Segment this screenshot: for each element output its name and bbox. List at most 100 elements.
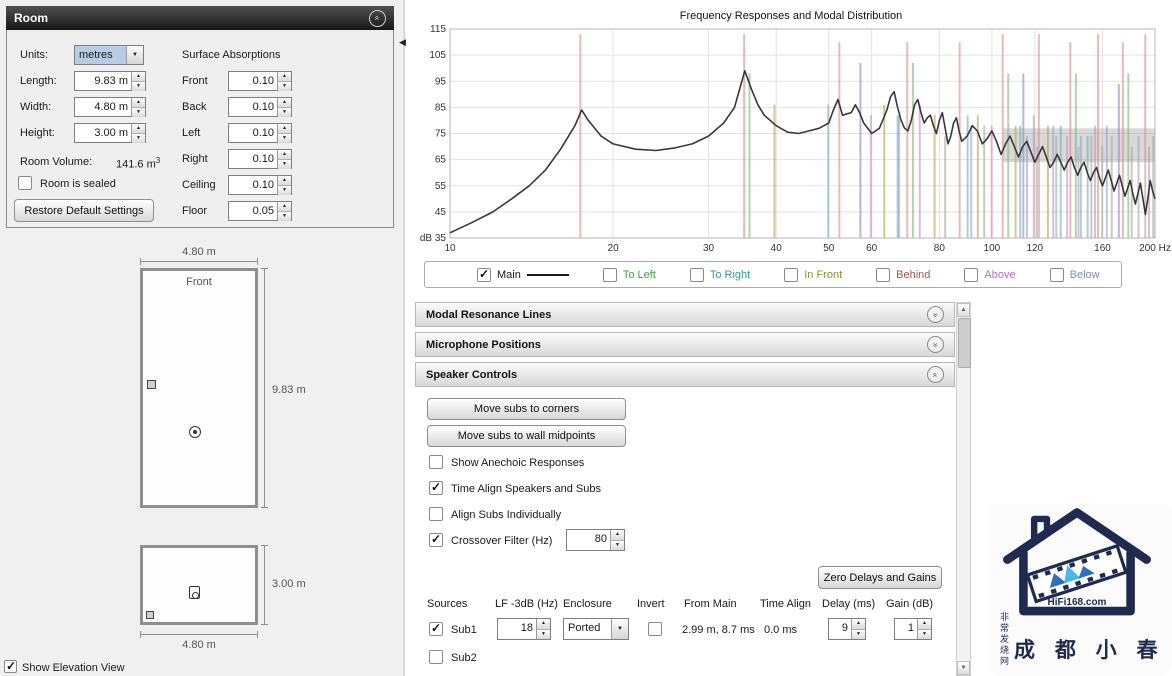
legend-item-below[interactable]: Below (1050, 268, 1100, 282)
step-up-icon[interactable]: ▲ (278, 176, 291, 185)
legend-to-left-checkbox[interactable] (603, 268, 617, 282)
absorption-ceiling-input[interactable]: 0.10 ▲▼ (228, 175, 292, 195)
step-down-icon[interactable]: ▼ (537, 629, 550, 640)
legend-item-above[interactable]: Above (964, 268, 1015, 282)
sub1-gain-input[interactable]: 1 ▲▼ (894, 618, 932, 640)
absorption-back-input[interactable]: 0.10 ▲▼ (228, 97, 292, 117)
time-align-checkbox[interactable] (429, 481, 443, 495)
show-elevation-checkbox[interactable] (4, 660, 17, 673)
panel-bar-speaker-controls[interactable]: Speaker Controls » (415, 362, 955, 387)
height-input[interactable]: 3.00 m ▲▼ (74, 123, 146, 143)
step-down-icon[interactable]: ▼ (278, 107, 291, 117)
step-up-icon[interactable]: ▲ (852, 619, 865, 629)
splitter-collapse-handle[interactable]: ◀ (399, 37, 406, 48)
step-down-icon[interactable]: ▼ (278, 159, 291, 169)
legend-to-right-checkbox[interactable] (690, 268, 704, 282)
scroll-up-arrow-icon[interactable]: ▲ (957, 303, 970, 317)
room-elevation-view[interactable] (140, 545, 258, 625)
step-up-icon[interactable]: ▲ (537, 619, 550, 629)
sub1-delay-input[interactable]: 9 ▲▼ (828, 618, 866, 640)
step-down-icon[interactable]: ▼ (278, 133, 291, 143)
units-select[interactable]: metres ▼ (74, 45, 144, 65)
step-down-icon[interactable]: ▼ (278, 211, 291, 221)
expand-chevron-icon[interactable]: » (927, 306, 944, 323)
step-up-icon[interactable]: ▲ (132, 98, 145, 107)
step-up-icon[interactable]: ▲ (278, 124, 291, 133)
step-down-icon[interactable]: ▼ (132, 81, 145, 91)
absorption-floor-stepper[interactable]: ▲▼ (277, 202, 291, 220)
absorption-left-stepper[interactable]: ▲▼ (277, 124, 291, 142)
width-stepper[interactable]: ▲▼ (131, 98, 145, 116)
crossover-frequency-input[interactable]: 80 ▲▼ (566, 529, 625, 551)
step-down-icon[interactable]: ▼ (132, 107, 145, 117)
absorption-left-input[interactable]: 0.10 ▲▼ (228, 123, 292, 143)
collapse-chevron-icon[interactable]: » (369, 10, 386, 27)
step-down-icon[interactable]: ▼ (278, 185, 291, 195)
room-sealed-checkbox[interactable] (18, 176, 32, 190)
step-up-icon[interactable]: ▲ (278, 150, 291, 159)
move-subs-midpoints-button[interactable]: Move subs to wall midpoints (427, 425, 626, 447)
step-up-icon[interactable]: ▲ (132, 124, 145, 133)
legend-item-main[interactable]: Main (477, 268, 569, 282)
vertical-scrollbar[interactable]: ▲ ▼ (956, 302, 971, 676)
length-stepper[interactable]: ▲▼ (131, 72, 145, 90)
step-down-icon[interactable]: ▼ (132, 133, 145, 143)
absorption-front-input[interactable]: 0.10 ▲▼ (228, 71, 292, 91)
sub1-enclosure-select[interactable]: Ported ▼ (563, 618, 629, 640)
absorption-back-stepper[interactable]: ▲▼ (277, 98, 291, 116)
width-input[interactable]: 4.80 m ▲▼ (74, 97, 146, 117)
enclosure-dropdown-arrow-icon[interactable]: ▼ (611, 619, 628, 639)
zero-delays-gains-button[interactable]: Zero Delays and Gains (818, 566, 942, 589)
sub1-checkbox[interactable] (429, 622, 443, 636)
scrollbar-thumb[interactable] (958, 318, 971, 368)
step-up-icon[interactable]: ▲ (132, 72, 145, 81)
speaker-marker[interactable] (189, 586, 200, 599)
legend-in-front-checkbox[interactable] (784, 268, 798, 282)
step-down-icon[interactable]: ▼ (278, 81, 291, 91)
frequency-response-chart[interactable]: 115105958575655545dB 3510203040506080100… (410, 8, 1172, 260)
expand-chevron-icon[interactable]: » (927, 336, 944, 353)
absorption-front-stepper[interactable]: ▲▼ (277, 72, 291, 90)
legend-item-in-front[interactable]: In Front (784, 268, 842, 282)
step-up-icon[interactable]: ▲ (611, 530, 624, 540)
sub1-delay-stepper[interactable]: ▲▼ (851, 619, 865, 639)
absorption-ceiling-stepper[interactable]: ▲▼ (277, 176, 291, 194)
height-stepper[interactable]: ▲▼ (131, 124, 145, 142)
legend-behind-checkbox[interactable] (876, 268, 890, 282)
splitter[interactable] (403, 0, 405, 676)
sub1-lf-stepper[interactable]: ▲▼ (536, 619, 550, 639)
legend-item-to-left[interactable]: To Left (603, 268, 656, 282)
legend-below-checkbox[interactable] (1050, 268, 1064, 282)
step-up-icon[interactable]: ▲ (278, 98, 291, 107)
restore-defaults-button[interactable]: Restore Default Settings (14, 199, 154, 222)
panel-bar-microphone-positions[interactable]: Microphone Positions » (415, 332, 955, 357)
room-panel-header[interactable]: Room » (6, 6, 394, 30)
show-anechoic-checkbox[interactable] (429, 455, 443, 469)
step-up-icon[interactable]: ▲ (278, 202, 291, 211)
sub1-gain-stepper[interactable]: ▲▼ (917, 619, 931, 639)
crossover-stepper[interactable]: ▲▼ (610, 530, 624, 550)
legend-above-checkbox[interactable] (964, 268, 978, 282)
legend-item-to-right[interactable]: To Right (690, 268, 750, 282)
step-up-icon[interactable]: ▲ (918, 619, 931, 629)
subwoofer-marker[interactable] (147, 380, 156, 389)
step-down-icon[interactable]: ▼ (918, 629, 931, 640)
step-down-icon[interactable]: ▼ (852, 629, 865, 640)
legend-item-behind[interactable]: Behind (876, 268, 930, 282)
sub1-invert-checkbox[interactable] (648, 622, 662, 636)
step-up-icon[interactable]: ▲ (278, 72, 291, 81)
sub1-lf-input[interactable]: 18 ▲▼ (497, 618, 551, 640)
sub2-checkbox[interactable] (429, 650, 443, 664)
move-subs-corners-button[interactable]: Move subs to corners (427, 398, 626, 420)
crossover-filter-checkbox[interactable] (429, 533, 443, 547)
legend-main-checkbox[interactable] (477, 268, 491, 282)
subwoofer-marker[interactable] (146, 611, 154, 619)
scroll-down-arrow-icon[interactable]: ▼ (957, 661, 970, 675)
room-plan-view[interactable] (140, 268, 258, 508)
length-input[interactable]: 9.83 m ▲▼ (74, 71, 146, 91)
collapse-chevron-icon[interactable]: » (927, 366, 944, 383)
step-down-icon[interactable]: ▼ (611, 540, 624, 551)
absorption-right-stepper[interactable]: ▲▼ (277, 150, 291, 168)
absorption-floor-input[interactable]: 0.05 ▲▼ (228, 201, 292, 221)
listener-marker[interactable] (189, 426, 201, 438)
